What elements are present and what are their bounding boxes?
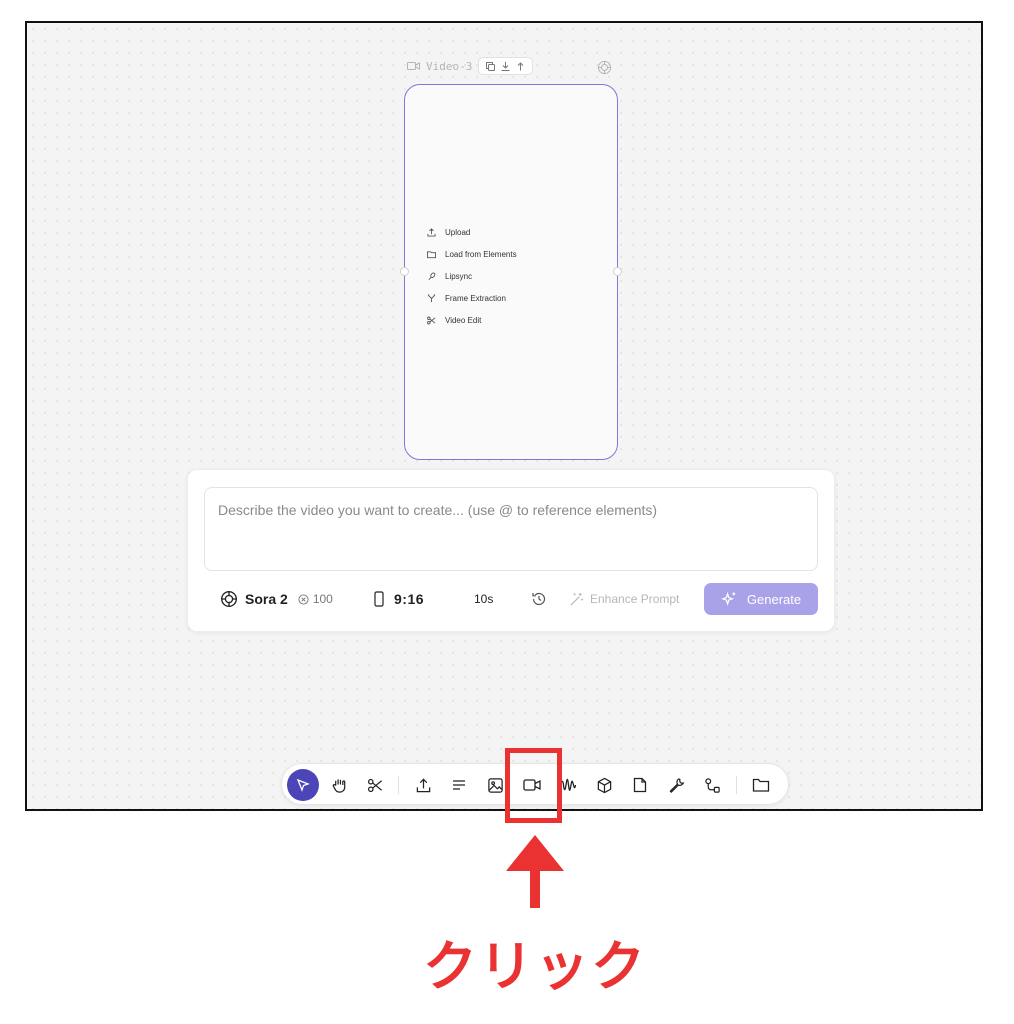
scissors-icon: [427, 316, 437, 325]
image-icon: [487, 777, 504, 794]
select-tool[interactable]: [287, 769, 319, 801]
aspect-ratio-select[interactable]: 9:16: [374, 583, 424, 615]
enhance-prompt-label: Enhance Prompt: [590, 592, 680, 606]
prompt-options-bar: Sora 2 100 9:16 10s Enhance Prompt Gener…: [188, 583, 834, 615]
cube-icon: [596, 777, 613, 794]
note-icon: [632, 777, 648, 793]
hand-icon: [331, 777, 348, 794]
output-handle[interactable]: [613, 267, 622, 276]
upload-icon: [427, 227, 437, 237]
select-cursor-icon: [296, 778, 310, 792]
arrow-shaft: [530, 868, 540, 908]
history-icon: [531, 591, 547, 607]
openai-icon: [597, 60, 612, 75]
scissors-tool[interactable]: [359, 769, 391, 801]
model-name: Sora 2: [245, 591, 288, 607]
node-header: Video-3: [407, 57, 534, 75]
lipsync-icon: [427, 271, 437, 281]
folder-icon: [752, 777, 770, 793]
menu-item-upload[interactable]: Upload: [427, 221, 517, 243]
copy-icon[interactable]: [485, 61, 496, 72]
upload-icon: [415, 777, 432, 794]
menu-item-label: Video Edit: [445, 315, 482, 325]
model-select[interactable]: Sora 2 100: [220, 583, 333, 615]
menu-item-label: Upload: [445, 227, 471, 237]
note-tool[interactable]: [624, 769, 656, 801]
generate-button[interactable]: Generate: [704, 583, 818, 615]
3d-tool[interactable]: [588, 769, 620, 801]
menu-item-frame-extraction[interactable]: Frame Extraction: [427, 287, 517, 309]
click-annotation-label: クリック: [423, 935, 647, 998]
menu-item-lipsync[interactable]: Lipsync: [427, 265, 517, 287]
sparkle-icon: [720, 591, 738, 608]
download-icon[interactable]: [500, 61, 511, 72]
folder-tool[interactable]: [745, 769, 777, 801]
menu-item-load-from-elements[interactable]: Load from Elements: [427, 243, 517, 265]
hand-tool[interactable]: [323, 769, 355, 801]
workflow-icon: [704, 777, 721, 794]
openai-icon: [220, 590, 238, 608]
click-highlight-box: [505, 748, 562, 823]
node-title[interactable]: Video-3: [426, 60, 472, 73]
enhance-prompt-button[interactable]: Enhance Prompt: [569, 583, 679, 615]
menu-item-label: Load from Elements: [445, 249, 517, 259]
menu-item-label: Lipsync: [445, 271, 473, 281]
credits-icon: [298, 593, 309, 605]
folder-icon: [427, 250, 437, 259]
input-handle[interactable]: [400, 267, 409, 276]
video-node[interactable]: Upload Load from Elements Lipsync Frame …: [400, 84, 622, 460]
duration-select[interactable]: 10s: [474, 583, 493, 615]
magic-wand-icon: [569, 592, 584, 607]
menu-item-label: Frame Extraction: [445, 293, 506, 303]
generate-label: Generate: [746, 591, 802, 607]
wrench-icon: [668, 777, 685, 794]
tools-tool[interactable]: [660, 769, 692, 801]
portrait-icon: [374, 591, 384, 607]
toolbar-divider: [736, 776, 737, 794]
menu-item-video-edit[interactable]: Video Edit: [427, 309, 517, 331]
scissors-icon: [367, 777, 384, 794]
text-icon: [451, 777, 467, 793]
credits-value: 100: [312, 592, 333, 606]
canvas-frame[interactable]: Video-3 Upload Load from Elements Lipsyn…: [25, 21, 983, 811]
aspect-ratio-label: 9:16: [394, 591, 425, 607]
video-icon: [407, 61, 420, 71]
node-toolbar: [478, 57, 534, 75]
upload-tool[interactable]: [407, 769, 439, 801]
node-menu: Upload Load from Elements Lipsync Frame …: [427, 221, 517, 331]
text-tool[interactable]: [443, 769, 475, 801]
workflow-tool[interactable]: [696, 769, 728, 801]
arrow-up-icon: [506, 835, 564, 871]
toolbar-divider: [398, 776, 399, 794]
upload-icon[interactable]: [515, 61, 526, 72]
history-button[interactable]: [531, 583, 547, 615]
prompt-input[interactable]: [204, 487, 818, 571]
frame-extraction-icon: [427, 293, 437, 303]
prompt-panel: Sora 2 100 9:16 10s: [187, 469, 835, 632]
credits-badge: 100: [298, 592, 333, 606]
